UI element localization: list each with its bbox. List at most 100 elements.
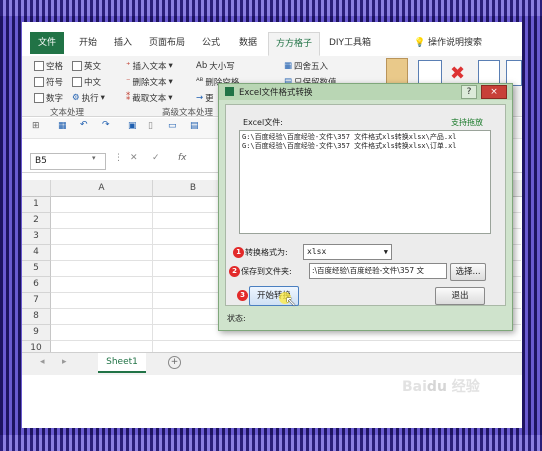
insert-text-button[interactable]: ⁺ 插入文本 ▾ bbox=[126, 60, 173, 72]
scroll-left-icon[interactable]: ◂ bbox=[40, 357, 45, 367]
step-badge: 2 bbox=[229, 266, 240, 277]
check-number[interactable]: 数字 bbox=[34, 92, 63, 104]
new-icon[interactable]: ▯ bbox=[148, 121, 153, 131]
cancel-icon[interactable]: ✕ bbox=[130, 153, 138, 163]
delete-icon[interactable]: ✖ bbox=[450, 64, 468, 84]
row-header[interactable]: 2 bbox=[22, 213, 51, 229]
row-header[interactable]: 8 bbox=[22, 309, 51, 325]
open-icon[interactable]: ▭ bbox=[168, 121, 177, 131]
row-header[interactable]: 1 bbox=[22, 197, 51, 213]
check-symbol[interactable]: 符号 bbox=[34, 76, 63, 88]
gridline bbox=[152, 197, 153, 357]
fx-label[interactable]: fx bbox=[178, 153, 187, 163]
dialog-title: Excel文件格式转换 bbox=[239, 88, 313, 98]
sheet-tab-sheet1[interactable]: Sheet1 bbox=[98, 353, 146, 373]
row-header[interactable]: 6 bbox=[22, 277, 51, 293]
tab-insert[interactable]: 插入 bbox=[108, 32, 138, 54]
check-space[interactable]: 空格 bbox=[34, 60, 63, 72]
exit-button[interactable]: 退出 bbox=[435, 287, 485, 305]
arrow-right-icon: → bbox=[196, 93, 204, 103]
select-all-corner[interactable] bbox=[22, 180, 51, 197]
row-header[interactable]: 9 bbox=[22, 325, 51, 341]
format-select[interactable]: xlsx ▼ bbox=[303, 244, 392, 260]
more-label: 更 bbox=[205, 94, 214, 104]
status-label: 状态: bbox=[227, 314, 246, 323]
row-header[interactable]: 3 bbox=[22, 229, 51, 245]
tab-fangfang[interactable]: 方方格子 bbox=[268, 32, 320, 56]
top-border-band bbox=[0, 0, 542, 16]
check-label: 空格 bbox=[46, 62, 64, 72]
format-label: 转换格式为: bbox=[245, 248, 288, 257]
tab-file[interactable]: 文件 bbox=[30, 32, 64, 54]
name-box-value: B5 bbox=[35, 156, 47, 166]
check-english[interactable]: 英文 bbox=[72, 60, 101, 72]
group-label-advanced: 高级文本处理 bbox=[162, 108, 214, 118]
excel-file-label: Excel文件: bbox=[243, 118, 283, 127]
dialog-titlebar[interactable]: Excel文件格式转换 ? × bbox=[219, 84, 512, 100]
round-label: 四舍五入 bbox=[294, 62, 329, 72]
more-button[interactable]: → 更 bbox=[196, 92, 214, 104]
sheet-tab-bar: ◂ ▸ Sheet1 + bbox=[22, 352, 522, 375]
checkbox[interactable] bbox=[72, 61, 82, 71]
insert-text-icon: ⁺ bbox=[126, 61, 131, 71]
file-list[interactable]: G:\百度经验\百度经验-文件\357 文件格式xls转换xlsx\产品.xl … bbox=[239, 130, 491, 234]
delete-text-button[interactable]: ⁻ 删除文本 ▾ bbox=[126, 76, 173, 88]
row-header[interactable]: 5 bbox=[22, 261, 51, 277]
scroll-right-icon[interactable]: ▸ bbox=[62, 357, 67, 367]
execute-icon: ⚙ bbox=[72, 93, 80, 103]
round-icon: ▦ bbox=[284, 61, 293, 71]
check-chinese[interactable]: 中文 bbox=[72, 76, 101, 88]
drag-support-label: 支持拖放 bbox=[451, 118, 483, 127]
column-header[interactable]: A bbox=[51, 180, 153, 197]
gridline bbox=[51, 340, 521, 341]
tell-me-search[interactable]: 💡 操作说明搜索 bbox=[408, 32, 488, 54]
tab-data[interactable]: 数据 bbox=[230, 32, 266, 54]
chevron-down-icon[interactable]: ▾ bbox=[92, 154, 96, 162]
cut-text-icon: ⁑ bbox=[126, 93, 131, 103]
more-options-icon: ⋮ bbox=[114, 153, 123, 163]
help-icon[interactable]: ? bbox=[461, 85, 477, 99]
bottom-border-band bbox=[0, 435, 542, 451]
save-path-input[interactable]: :\百度经验\百度经验-文件\357 文 bbox=[309, 263, 447, 279]
checkbox[interactable] bbox=[34, 61, 44, 71]
round-button[interactable]: ▦ 四舍五入 bbox=[284, 60, 328, 72]
tab-diy-toolbox[interactable]: DIY工具箱 bbox=[324, 32, 376, 54]
grid-icon[interactable]: ⊞ bbox=[32, 121, 40, 131]
chevron-down-icon: ▾ bbox=[168, 77, 173, 87]
list-item[interactable]: G:\百度经验\百度经验-文件\357 文件格式xls转换xlsx\订单.xl bbox=[242, 142, 488, 151]
chevron-down-icon: ▾ bbox=[168, 93, 173, 103]
case-button[interactable]: Ab 大小写 bbox=[196, 60, 235, 72]
tab-home[interactable]: 开始 bbox=[68, 32, 108, 54]
row-header[interactable]: 4 bbox=[22, 245, 51, 261]
print-icon[interactable]: ▤ bbox=[190, 121, 199, 131]
checkbox[interactable] bbox=[72, 77, 82, 87]
choose-folder-button[interactable]: 选择... bbox=[450, 263, 486, 281]
checkbox[interactable] bbox=[34, 93, 44, 103]
add-sheet-icon[interactable]: + bbox=[168, 356, 181, 369]
step-badge: 3 bbox=[237, 290, 248, 301]
redo-icon[interactable]: ↷ bbox=[102, 120, 110, 130]
row-header[interactable]: 7 bbox=[22, 293, 51, 309]
confirm-icon[interactable]: ✓ bbox=[152, 153, 160, 163]
list-item[interactable]: G:\百度经验\百度经验-文件\357 文件格式xls转换xlsx\产品.xl bbox=[242, 133, 488, 142]
checkbox[interactable] bbox=[34, 77, 44, 87]
tell-me-label: 操作说明搜索 bbox=[428, 38, 483, 48]
tab-formulas[interactable]: 公式 bbox=[196, 32, 226, 54]
close-icon[interactable]: × bbox=[481, 85, 507, 99]
insert-text-label: 插入文本 bbox=[132, 62, 167, 72]
format-select-value: xlsx bbox=[307, 247, 327, 256]
baidu-watermark: Baidu 经验 bbox=[402, 379, 480, 395]
save-icon[interactable]: ▣ bbox=[128, 121, 137, 131]
step-badge: 1 bbox=[233, 247, 244, 258]
format-convert-dialog: Excel文件格式转换 ? × Excel文件: 支持拖放 G:\百度经验\百度… bbox=[218, 83, 513, 331]
check-label: 数字 bbox=[46, 94, 64, 104]
undo-icon[interactable]: ↶ bbox=[80, 120, 88, 130]
cut-text-button[interactable]: ⁑ 截取文本 ▾ bbox=[126, 92, 173, 104]
execute-button[interactable]: ⚙ 执行 ▾ bbox=[72, 92, 105, 104]
check-label: 中文 bbox=[84, 78, 102, 88]
tab-page-layout[interactable]: 页面布局 bbox=[142, 32, 192, 54]
excel-icon bbox=[225, 87, 234, 96]
chevron-down-icon: ▼ bbox=[383, 248, 388, 256]
chevron-down-icon: ▾ bbox=[168, 61, 173, 71]
table-format-icon[interactable]: ▦ bbox=[58, 121, 67, 131]
